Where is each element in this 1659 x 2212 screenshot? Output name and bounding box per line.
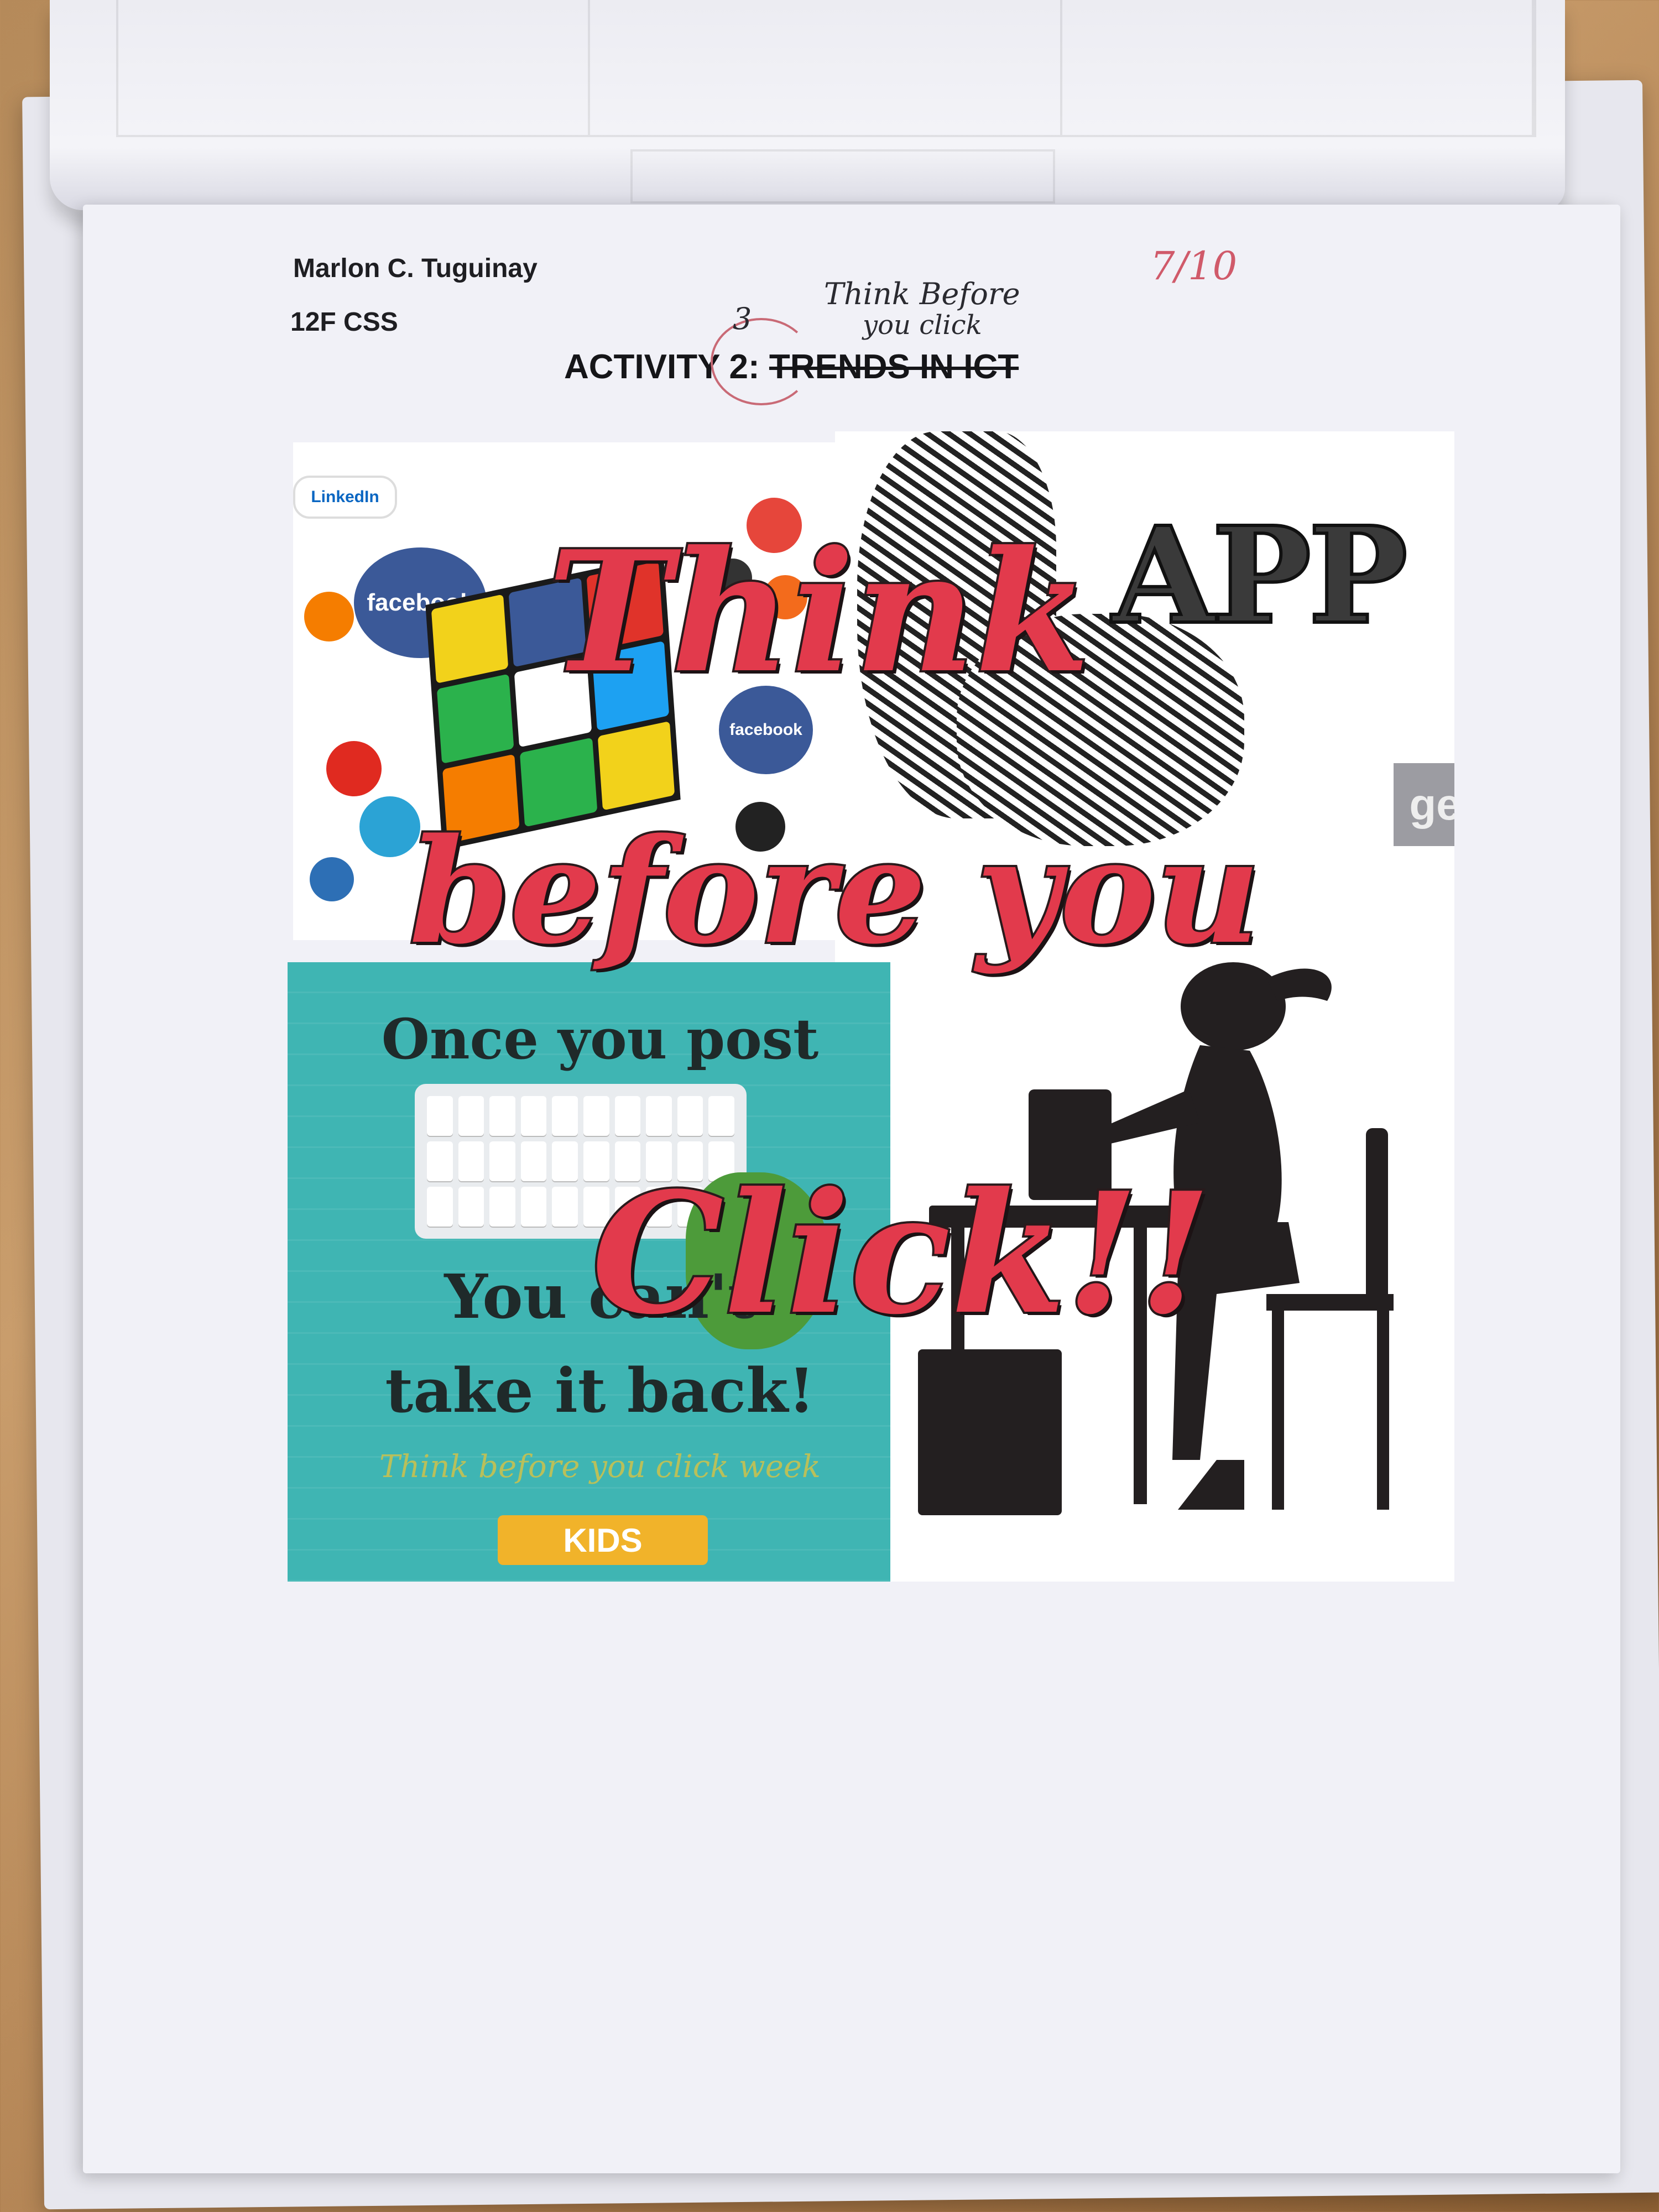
poster-line-1: Once you post [381,1006,819,1072]
overlay-click: Click!! [589,1154,1214,1353]
author-name: Marlon C. Tuguinay [293,254,538,283]
photo-scene: Marlon C. Tuguinay 12F CSS ACTIVITY 2: T… [0,0,1659,2212]
side-logo-box: ge [1394,763,1454,846]
handwritten-line-2: you click [863,310,982,341]
app-heading: APP [1110,496,1410,655]
ghost-table [116,0,1536,137]
printed-collage: LinkedIn facebook facebook APP ge Once y… [282,431,1543,1604]
poster-line-3: take it back! [385,1355,815,1426]
worksheet-page: Marlon C. Tuguinay 12F CSS ACTIVITY 2: T… [83,205,1620,2173]
grade-mark: 7/10 [1150,243,1238,289]
small-social-icon [310,857,354,901]
handwritten-number: 3 [733,301,752,336]
linkedin-logo: LinkedIn [293,476,397,519]
overlay-before-you: before you [407,805,1262,978]
poster-line-4: Think before you click week [379,1449,821,1485]
kids-badge: KIDS [498,1515,708,1565]
blogger-icon [304,592,354,641]
stumbleupon-icon [326,741,382,796]
class-section: 12F CSS [290,307,398,337]
ghost-table-bar [630,149,1055,204]
red-circle-mark [711,318,812,405]
previous-page-curl [50,0,1565,210]
handwritten-line-1: Think Before [824,276,1020,311]
overlay-think: Think [545,512,1092,712]
